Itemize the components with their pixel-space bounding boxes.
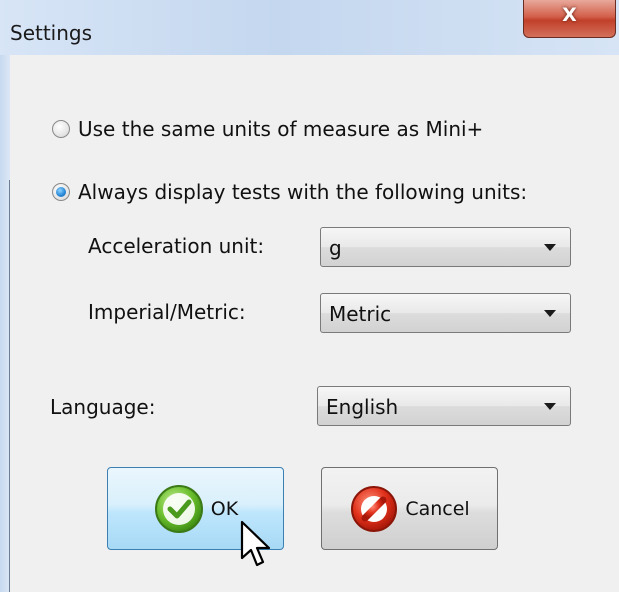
title-bar: Settings X xyxy=(0,0,619,55)
ok-button-label: OK xyxy=(210,497,239,520)
mouse-pointer-icon xyxy=(240,520,271,567)
close-icon: X xyxy=(562,4,577,26)
radio-same-units[interactable]: Use the same units of measure as Mini+ xyxy=(52,117,483,141)
language-select[interactable]: English xyxy=(317,386,571,426)
window-title: Settings xyxy=(10,21,93,45)
radio-always-display[interactable]: Always display tests with the following … xyxy=(52,180,527,204)
no-entry-icon xyxy=(351,485,398,532)
radio-same-units-circle[interactable] xyxy=(52,120,70,138)
cancel-button-label: Cancel xyxy=(405,497,470,520)
check-circle-icon xyxy=(154,484,203,533)
language-label: Language: xyxy=(50,395,156,419)
acceleration-unit-value: g xyxy=(329,236,342,260)
chevron-down-icon xyxy=(544,403,556,410)
radio-same-units-label: Use the same units of measure as Mini+ xyxy=(78,117,484,141)
acceleration-unit-label: Acceleration unit: xyxy=(88,234,265,258)
language-value: English xyxy=(326,395,399,419)
radio-always-display-label: Always display tests with the following … xyxy=(78,180,528,204)
chevron-down-icon xyxy=(544,244,556,251)
imperial-metric-select[interactable]: Metric xyxy=(320,293,571,333)
radio-always-display-circle[interactable] xyxy=(52,183,70,201)
acceleration-unit-select[interactable]: g xyxy=(320,227,571,267)
imperial-metric-value: Metric xyxy=(329,302,392,326)
cancel-button[interactable]: Cancel xyxy=(321,467,498,550)
settings-dialog: Settings X Use the same units of measure… xyxy=(0,0,619,592)
close-button[interactable]: X xyxy=(523,0,616,38)
chevron-down-icon xyxy=(544,310,556,317)
imperial-metric-label: Imperial/Metric: xyxy=(88,300,246,324)
